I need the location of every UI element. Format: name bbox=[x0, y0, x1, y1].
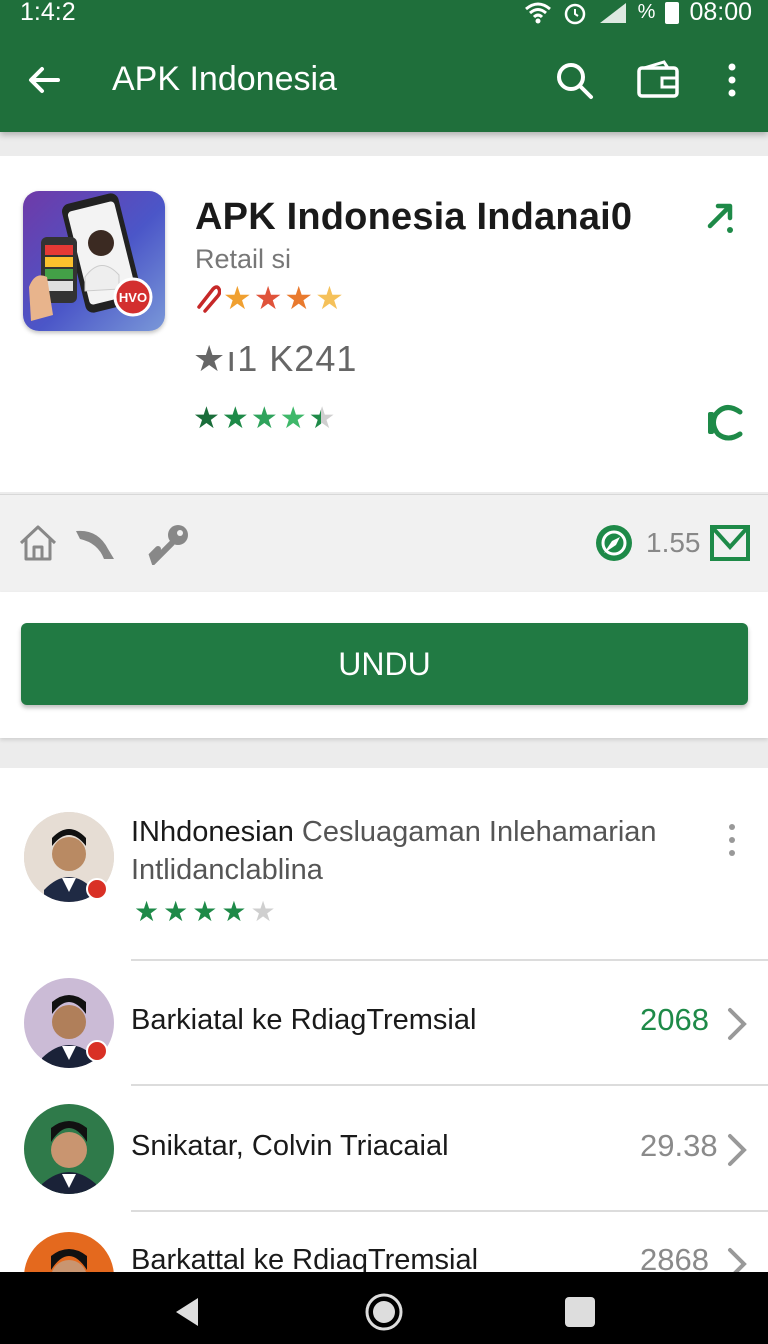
star-icon: ★ bbox=[192, 896, 218, 927]
status-bar: 1:4:2 % 08:00 bbox=[0, 0, 768, 28]
list-item-rating: ★ ★ ★ ★ ★ bbox=[134, 898, 276, 926]
star-icon: ★ bbox=[134, 896, 160, 927]
app-bar-title: APK Indonesia bbox=[112, 60, 337, 98]
list-item-title: Snikatar, Colvin Triacaial bbox=[131, 1130, 449, 1162]
star-icon: ★ bbox=[221, 896, 247, 927]
download-button[interactable]: UNDU bbox=[21, 623, 748, 705]
list-item-title: INhdonesian Cesluagaman Inlehamarian bbox=[131, 816, 657, 849]
compass-icon[interactable] bbox=[592, 521, 636, 565]
app-subtitle: Retail si bbox=[195, 244, 292, 274]
star-icon: ★ bbox=[193, 402, 220, 435]
star-empty-icon: ★ bbox=[250, 896, 276, 927]
back-arrow-icon[interactable] bbox=[22, 58, 66, 102]
list-item-subtitle: Intlidanclablina bbox=[131, 854, 323, 886]
app-name: APK Indonesia Indanai0 bbox=[195, 196, 633, 238]
curve-arrow-icon[interactable] bbox=[74, 521, 118, 565]
app-header-card: HVO APK Indonesia Indanai0 Retail si ★ ★… bbox=[0, 156, 768, 492]
divider bbox=[131, 1084, 768, 1086]
share-arrow-icon[interactable] bbox=[704, 196, 748, 240]
status-time-left: 1:4:2 bbox=[20, 0, 76, 26]
wallet-icon[interactable] bbox=[636, 58, 680, 102]
app-icon: HVO bbox=[23, 191, 165, 331]
list-item[interactable]: Barkattal ke RdiaqTremsial 2868 bbox=[0, 1224, 768, 1278]
avatar bbox=[24, 1104, 114, 1194]
list-item[interactable]: Barkiatal ke RdiagTremsial 2068 bbox=[0, 974, 768, 1084]
key-icon[interactable] bbox=[148, 521, 192, 565]
chevron-right-icon[interactable] bbox=[724, 1130, 750, 1170]
list-item[interactable]: Snikatar, Colvin Triacaial 29.38 bbox=[0, 1098, 768, 1208]
paperclip-icon bbox=[197, 285, 221, 313]
more-vert-icon[interactable] bbox=[710, 58, 754, 102]
nav-back-icon[interactable] bbox=[168, 1292, 208, 1332]
more-vert-icon[interactable] bbox=[718, 822, 746, 858]
review-list: INhdonesian Cesluagaman Inlehamarian Int… bbox=[0, 768, 768, 1278]
star-icon: ★ bbox=[279, 402, 307, 435]
star-half-icon: ★ bbox=[308, 402, 336, 435]
nav-recents-icon[interactable] bbox=[560, 1292, 600, 1332]
error-badge-icon bbox=[86, 1040, 108, 1062]
wifi-icon bbox=[524, 2, 551, 23]
star-icon: ★ bbox=[253, 280, 283, 316]
battery-percent: % bbox=[637, 1, 656, 23]
top-bar: 1:4:2 % 08:00 APK Indonesia bbox=[0, 0, 768, 132]
download-count: ★ı1 K241 bbox=[193, 338, 358, 379]
star-icon: ★ bbox=[221, 402, 249, 435]
list-item-title-rest: Cesluagaman Inlehamarian bbox=[293, 816, 657, 848]
app-bar: APK Indonesia bbox=[0, 44, 768, 116]
refresh-icon[interactable] bbox=[704, 400, 748, 444]
star-icon: ★ bbox=[284, 280, 314, 316]
list-item-title-main: INhdonesian bbox=[131, 816, 294, 848]
divider bbox=[131, 959, 768, 961]
divider bbox=[131, 1210, 768, 1212]
status-time-right: 08:00 bbox=[689, 0, 752, 26]
signal-icon bbox=[599, 2, 626, 23]
nav-home-icon[interactable] bbox=[364, 1292, 404, 1332]
action-count: 1.55 bbox=[646, 527, 701, 558]
battery-icon bbox=[665, 1, 680, 24]
rating-stars-top: ★ ★ ★ ★ bbox=[193, 282, 344, 314]
list-item-value: 2068 bbox=[640, 1002, 709, 1037]
status-icons: % 08:00 bbox=[524, 0, 752, 27]
list-item-title: Barkiatal ke RdiagTremsial bbox=[131, 1004, 477, 1036]
download-card: UNDU bbox=[0, 592, 768, 738]
search-icon[interactable] bbox=[552, 58, 596, 102]
svg-text:HVO: HVO bbox=[119, 290, 147, 305]
chevron-right-icon[interactable] bbox=[724, 1004, 750, 1044]
star-icon: ★ bbox=[163, 896, 189, 927]
error-badge-icon bbox=[86, 878, 108, 900]
list-item[interactable]: INhdonesian Cesluagaman Inlehamarian Int… bbox=[0, 808, 768, 958]
list-item-value: 29.38 bbox=[640, 1128, 718, 1163]
rating-stars-bottom: ★ ★ ★ ★ ★ bbox=[193, 404, 336, 434]
star-half-icon: ★ bbox=[315, 280, 344, 316]
bookmark-icon[interactable] bbox=[708, 521, 752, 565]
star-icon: ★ bbox=[250, 402, 278, 435]
system-nav-bar bbox=[0, 1272, 768, 1344]
home-icon[interactable] bbox=[16, 521, 60, 565]
alarm-icon bbox=[564, 3, 585, 24]
action-strip: 1.55 bbox=[0, 494, 768, 592]
star-icon: ★ bbox=[223, 280, 252, 316]
